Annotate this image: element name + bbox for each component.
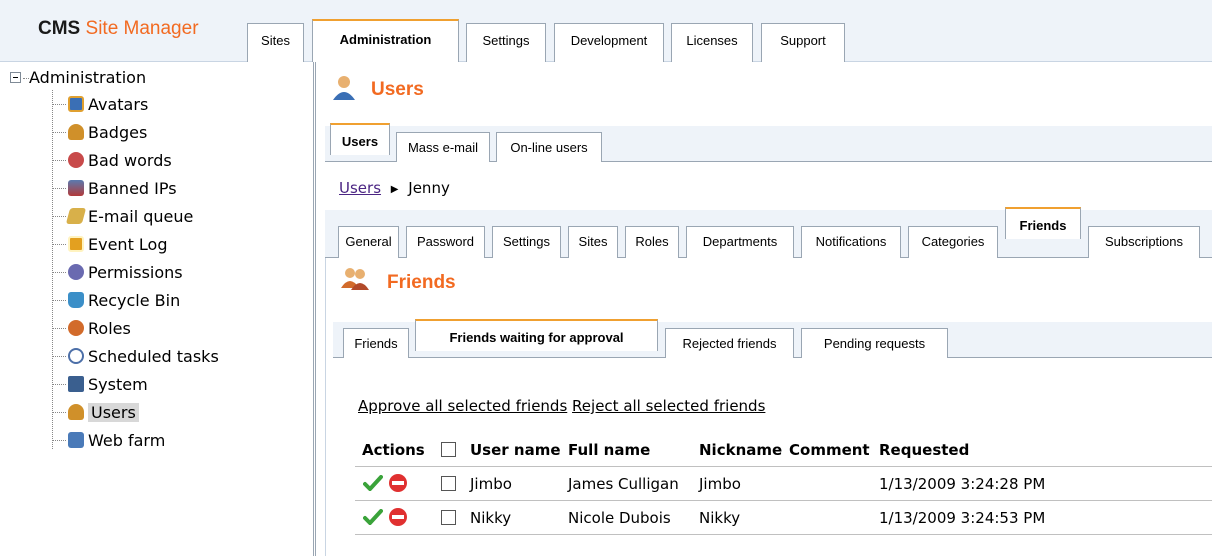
col-full-name[interactable]: Full name: [568, 441, 650, 459]
col-actions: Actions: [362, 441, 425, 459]
row-checkbox[interactable]: [441, 476, 456, 491]
cell-requested: 1/13/2009 3:24:53 PM: [879, 509, 1046, 527]
users-title: Users: [371, 79, 424, 100]
grid-header: Actions User name Full name Nickname Com…: [355, 432, 1212, 466]
tree-item-avatars[interactable]: Avatars: [52, 92, 148, 116]
approve-icon[interactable]: [363, 475, 383, 491]
tree-item-email-queue[interactable]: E-mail queue: [52, 204, 193, 228]
recycle-bin-icon: [68, 292, 84, 308]
top-tab-settings[interactable]: Settings: [466, 23, 546, 62]
breadcrumb-arrow-icon: ▶: [390, 184, 399, 195]
top-tab-support[interactable]: Support: [761, 23, 845, 62]
reject-icon[interactable]: [388, 473, 408, 493]
tree-item-web-farm[interactable]: Web farm: [52, 428, 165, 452]
col-nickname[interactable]: Nickname: [699, 441, 782, 459]
tree-item-roles[interactable]: Roles: [52, 316, 131, 340]
breadcrumb-users-link[interactable]: Users: [339, 179, 381, 197]
table-row: Nikky Nicole Dubois Nikky 1/13/2009 3:24…: [355, 501, 1212, 534]
roles-icon: [68, 320, 84, 336]
tab-settings[interactable]: Settings: [492, 226, 561, 258]
tree-item-bad-words[interactable]: Bad words: [52, 148, 172, 172]
collapse-icon[interactable]: [10, 72, 21, 83]
reject-icon[interactable]: [388, 507, 408, 527]
cell-user-name: Nikky: [470, 509, 512, 527]
users-header-icon: [333, 76, 355, 100]
email-queue-icon: [65, 208, 87, 224]
tab-users[interactable]: Users: [330, 123, 390, 155]
event-log-icon: [68, 236, 84, 252]
friends-header-icon: [341, 268, 369, 290]
select-all-checkbox[interactable]: [441, 442, 456, 457]
row-checkbox[interactable]: [441, 510, 456, 525]
tab-categories[interactable]: Categories: [908, 226, 998, 258]
tree-root[interactable]: Administration: [10, 68, 146, 87]
tree-item-recycle-bin[interactable]: Recycle Bin: [52, 288, 180, 312]
tab-roles[interactable]: Roles: [625, 226, 679, 258]
cell-nickname: Jimbo: [699, 475, 741, 493]
cell-full-name: Nicole Dubois: [568, 509, 671, 527]
cell-requested: 1/13/2009 3:24:28 PM: [879, 475, 1046, 493]
cell-user-name: Jimbo: [470, 475, 512, 493]
col-comment[interactable]: Comment: [789, 441, 870, 459]
tab-departments[interactable]: Departments: [686, 226, 794, 258]
bulk-actions: Approve all selected friends Reject all …: [358, 397, 765, 415]
tab-friends[interactable]: Friends: [1005, 207, 1081, 239]
users-header: Users: [319, 62, 1212, 114]
admin-tree: Administration Avatars Badges Bad words …: [0, 62, 316, 556]
breadcrumb-current: Jenny: [408, 179, 450, 197]
friends-header: Friends: [319, 258, 1212, 304]
badge-icon: [68, 124, 84, 140]
web-farm-icon: [68, 432, 84, 448]
breadcrumb: Users ▶ Jenny: [339, 179, 450, 197]
reject-all-link[interactable]: Reject all selected friends: [572, 397, 765, 415]
tab-friends-waiting[interactable]: Friends waiting for approval: [415, 319, 658, 351]
avatar-icon: [68, 96, 84, 112]
approve-icon[interactable]: [363, 509, 383, 525]
friends-title: Friends: [387, 272, 456, 293]
tree-item-system[interactable]: System: [52, 372, 148, 396]
user-tabstrip: General Password Settings Sites Roles De…: [325, 207, 1212, 258]
tree-item-users[interactable]: Users: [52, 400, 139, 424]
users-icon: [68, 404, 84, 420]
top-tab-licenses[interactable]: Licenses: [671, 23, 753, 62]
table-row: Jimbo James Culligan Jimbo 1/13/2009 3:2…: [355, 467, 1212, 500]
tree-item-permissions[interactable]: Permissions: [52, 260, 183, 284]
tab-friends-list[interactable]: Friends: [343, 328, 409, 358]
tab-pending-requests[interactable]: Pending requests: [801, 328, 948, 358]
tree-item-banned-ips[interactable]: Banned IPs: [52, 176, 177, 200]
top-tab-development[interactable]: Development: [554, 23, 664, 62]
tree-item-scheduled-tasks[interactable]: Scheduled tasks: [52, 344, 219, 368]
tab-password[interactable]: Password: [406, 226, 485, 258]
tree-item-badges[interactable]: Badges: [52, 120, 147, 144]
tab-subscriptions[interactable]: Subscriptions: [1088, 226, 1200, 258]
top-tab-administration[interactable]: Administration: [312, 19, 459, 63]
top-bar: CMS Site Manager Sites Administration Se…: [0, 0, 1212, 63]
scheduled-tasks-icon: [68, 348, 84, 364]
col-requested[interactable]: Requested: [879, 441, 969, 459]
banned-ip-icon: [68, 180, 84, 196]
tab-sites[interactable]: Sites: [568, 226, 618, 258]
cell-full-name: James Culligan: [568, 475, 679, 493]
top-tab-sites[interactable]: Sites: [247, 23, 304, 62]
users-tabstrip: Users Mass e-mail On-line users: [325, 123, 1212, 162]
friends-tabstrip: Friends Friends waiting for approval Rej…: [333, 319, 1212, 358]
permissions-icon: [68, 264, 84, 280]
tab-mass-email[interactable]: Mass e-mail: [396, 132, 490, 162]
tab-online-users[interactable]: On-line users: [496, 132, 602, 162]
tab-rejected-friends[interactable]: Rejected friends: [665, 328, 794, 358]
app-logo: CMS Site Manager: [38, 18, 199, 39]
cell-nickname: Nikky: [699, 509, 741, 527]
bad-words-icon: [68, 152, 84, 168]
col-user-name[interactable]: User name: [470, 441, 561, 459]
approve-all-link[interactable]: Approve all selected friends: [358, 397, 567, 415]
tab-notifications[interactable]: Notifications: [801, 226, 901, 258]
main-panel: Users Users Mass e-mail On-line users Us…: [319, 62, 1212, 556]
tree-item-event-log[interactable]: Event Log: [52, 232, 168, 256]
system-icon: [68, 376, 84, 392]
tab-general[interactable]: General: [338, 226, 399, 258]
